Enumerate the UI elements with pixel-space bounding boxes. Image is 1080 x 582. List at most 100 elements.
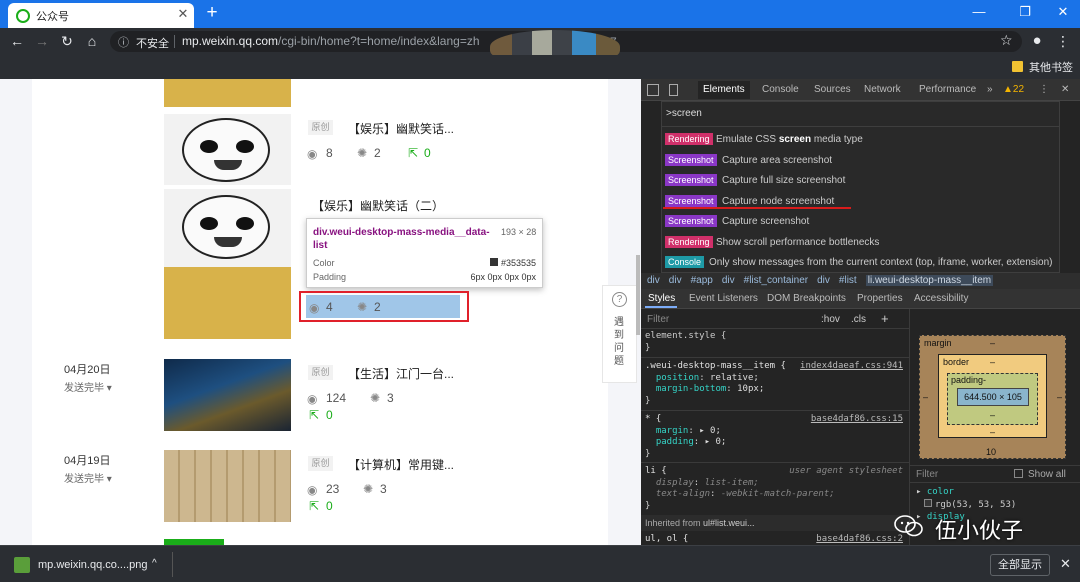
send-date: 04月20日 [64,364,111,376]
breadcrumb-selected[interactable]: li.weui-desktop-mass__item [865,275,994,286]
show-all-downloads-button[interactable]: 全部显示 [990,554,1050,576]
tab-sources[interactable]: Sources [814,84,851,95]
margin-right-value[interactable]: – [1057,392,1062,402]
command-item[interactable]: Console Only show messages from the curre… [662,253,1061,273]
article-title[interactable]: 【娱乐】幽默笑话... [348,120,454,137]
css-rule[interactable]: ul, ol {base4daf86.css:2 [645,534,907,545]
download-separator [172,552,173,577]
browser-tab[interactable]: 公众号 ✕ [8,3,194,28]
command-item[interactable]: Screenshot Capture screenshot [662,212,1061,232]
tab-properties[interactable]: Properties [857,293,903,304]
breadcrumb-item[interactable]: #list [839,275,857,286]
article-title[interactable]: 【计算机】常用键... [348,456,454,473]
breadcrumb-item[interactable]: div [817,275,830,286]
send-status[interactable]: 发送完毕 ▾ [64,470,112,485]
command-item[interactable]: Screenshot Capture full size screenshot [662,171,1061,191]
box-model-border[interactable]: border – padding- 644.500 × 105 – – [938,354,1047,438]
border-top-value[interactable]: – [990,357,995,367]
reload-icon[interactable]: ↻ [58,32,76,50]
breadcrumb-item[interactable]: #list_container [744,275,808,286]
padding-bottom-value[interactable]: – [990,410,995,420]
article-thumbnail[interactable] [164,79,291,107]
page-scrollbar[interactable] [636,255,640,335]
tab-console[interactable]: Console [762,84,799,95]
article-thumbnail[interactable] [164,359,291,431]
command-input[interactable]: >screen [666,108,702,119]
download-options-icon[interactable]: ^ [152,558,157,569]
margin-bottom-value[interactable]: 10 [986,447,996,457]
color-swatch [924,499,932,507]
device-toolbar-icon[interactable] [669,84,678,96]
bookmark-star-icon[interactable]: ☆ [1000,32,1013,49]
article-thumbnail[interactable] [164,267,291,339]
hov-button[interactable]: :hov [821,314,840,325]
close-download-bar-icon[interactable]: ✕ [1060,556,1071,572]
like-icon: ✺ [370,391,381,405]
send-status[interactable]: 发送完毕 ▾ [64,379,112,394]
minimize-button[interactable]: — [964,2,994,22]
article-title[interactable]: 【娱乐】幽默笑话（二） [312,197,444,214]
share-icon: ⇱ [408,146,419,160]
command-category-badge: Rendering [665,235,713,248]
css-rule[interactable]: li {user agent stylesheet display: list-… [645,466,907,512]
article-title[interactable]: 【生活】江门一台... [348,365,454,382]
devtools-menu-icon[interactable]: ⋮ [1039,84,1049,95]
css-rule[interactable]: * {base4daf86.css:15 margin: ▸ 0; paddin… [645,414,907,460]
computed-property[interactable]: ▸ color [916,487,954,497]
close-window-button[interactable]: ✕ [1048,2,1078,22]
home-icon[interactable]: ⌂ [83,32,101,50]
tab-event-listeners[interactable]: Event Listeners [689,293,758,304]
breadcrumb-item[interactable]: div [722,275,735,286]
share-icon: ⇱ [309,499,320,513]
tab-close-icon[interactable]: ✕ [176,6,190,22]
breadcrumb-item[interactable]: #app [691,275,713,286]
command-item[interactable]: Rendering Show scroll performance bottlen… [662,233,1061,253]
command-item[interactable]: Screenshot Capture area screenshot [662,151,1061,171]
tab-performance[interactable]: Performance [919,84,976,95]
new-tab-button[interactable]: + [202,2,222,24]
css-rule[interactable]: .weui-desktop-mass__item {index4daeaf.cs… [645,361,907,407]
download-filename[interactable]: mp.weixin.qq.co....png [38,559,147,571]
inspect-icon[interactable] [647,84,659,96]
profile-icon[interactable]: ● [1028,32,1046,50]
margin-left-value[interactable]: – [923,392,928,402]
warning-count[interactable]: ▲22 [1003,84,1024,95]
back-icon[interactable]: ← [8,32,26,50]
more-tabs-icon[interactable]: » [987,84,993,95]
tab-dom-breakpoints[interactable]: DOM Breakpoints [767,293,846,304]
margin-top-value[interactable]: – [990,338,995,348]
border-bottom-value[interactable]: – [990,427,995,437]
feedback-widget[interactable]: ? 遇到问题 [602,285,637,383]
download-bar: mp.weixin.qq.co....png ^ 全部显示 ✕ [0,545,1080,582]
computed-filter-input[interactable]: Filter [916,469,938,480]
info-icon[interactable]: ⓘ [118,34,129,50]
new-rule-button[interactable]: + [881,311,889,326]
forward-icon[interactable]: → [33,32,51,50]
margin-label: margin [924,338,952,348]
breadcrumb-item[interactable]: div [669,275,682,286]
article-thumbnail[interactable] [164,114,291,185]
box-model-content[interactable]: 644.500 × 105 [957,388,1029,406]
box-model-padding[interactable]: padding- 644.500 × 105 – [947,373,1038,425]
like-icon: ✺ [357,146,368,160]
restore-button[interactable]: ❐ [1010,2,1040,22]
tab-accessibility[interactable]: Accessibility [914,293,968,304]
styles-filter-input[interactable]: Filter [647,314,669,325]
tab-network[interactable]: Network [864,84,901,95]
other-bookmarks[interactable]: 其他书签 [1029,59,1073,75]
command-item[interactable]: Rendering Emulate CSS screen media type [662,130,1061,150]
show-all-checkbox[interactable] [1014,469,1023,478]
border-label: border [943,357,970,367]
article-thumbnail[interactable] [164,189,291,267]
tab-elements[interactable]: Elements [698,81,750,99]
devtools-close-icon[interactable]: ✕ [1061,84,1069,95]
tab-styles[interactable]: Styles [648,293,675,304]
image-file-icon [14,557,30,573]
article-thumbnail[interactable] [164,450,291,522]
element-style-rule[interactable]: element.style {} [645,331,907,354]
box-model-margin[interactable]: margin – – – 10 border – padding- 644.50… [919,335,1066,459]
breadcrumb-item[interactable]: div [647,275,660,286]
like-count: 2 [374,146,381,160]
menu-icon[interactable]: ⋮ [1054,32,1072,50]
cls-button[interactable]: .cls [851,314,866,325]
